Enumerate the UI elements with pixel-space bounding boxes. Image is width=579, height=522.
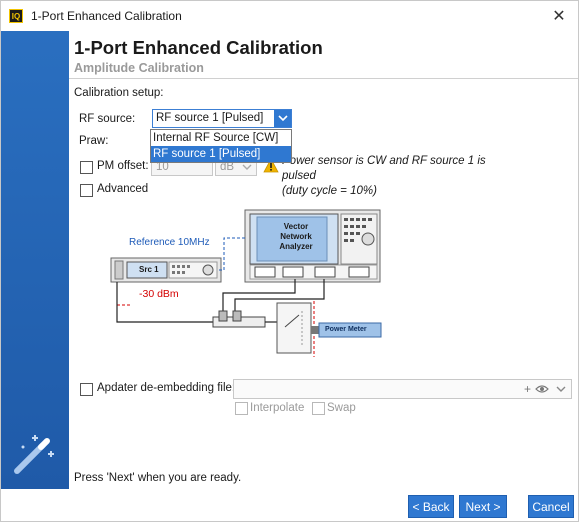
rf-source-select[interactable]: RF source 1 [Pulsed] — [152, 109, 292, 128]
magic-wand-icon — [14, 435, 54, 474]
praw-label: Praw: — [79, 135, 109, 147]
apdater-checkbox[interactable] — [80, 383, 93, 396]
cancel-button[interactable]: Cancel — [528, 495, 574, 518]
vna-label-line2: Network — [280, 232, 312, 241]
wizard-sidebar — [1, 31, 69, 489]
header-divider — [69, 78, 578, 79]
reference-label: Reference 10MHz — [129, 237, 210, 248]
chevron-down-icon[interactable] — [274, 110, 291, 127]
back-button[interactable]: < Back — [408, 495, 454, 518]
chevron-down-icon — [242, 164, 252, 170]
calibration-setup-label: Calibration setup: — [74, 87, 164, 99]
power-meter-label: Power Meter — [325, 326, 367, 333]
status-text: Press 'Next' when you are ready. — [74, 472, 242, 484]
wizard-content: 1-Port Enhanced Calibration Amplitude Ca… — [69, 31, 578, 489]
pulse-warning-note: Power sensor is CW and RF source 1 is pu… — [282, 154, 522, 199]
page-title: 1-Port Enhanced Calibration — [74, 37, 323, 58]
app-icon: IQ — [9, 9, 23, 23]
interpolate-label: Interpolate — [250, 402, 305, 414]
rf-source-option-internal[interactable]: Internal RF Source [CW] — [151, 130, 291, 146]
advanced-checkbox[interactable] — [80, 184, 93, 197]
rf-source-dropdown: Internal RF Source [CW] RF source 1 [Pul… — [150, 129, 292, 163]
vna-label-line3: Analyzer — [279, 242, 313, 251]
close-button[interactable]: ✕ — [550, 7, 568, 25]
pulse-warning-line1: Power sensor is CW and RF source 1 is pu… — [282, 155, 486, 182]
calibration-dialog: IQ 1-Port Enhanced Calibration ✕ 1-Port … — [0, 0, 579, 522]
interpolate-checkbox[interactable] — [235, 402, 248, 415]
calibration-setup-diagram — [110, 209, 382, 357]
advanced-label: Advanced — [97, 183, 149, 195]
pm-offset-checkbox[interactable] — [80, 161, 93, 174]
vna-label: Vector Network Analyzer — [277, 222, 315, 252]
pulse-warning-line2: (duty cycle = 10%) — [282, 185, 377, 197]
rf-source-option-source1[interactable]: RF source 1 [Pulsed] — [151, 146, 291, 162]
title-bar: IQ 1-Port Enhanced Calibration ✕ — [1, 1, 578, 31]
button-bar: < Back Next > Cancel — [1, 489, 578, 521]
apdater-label: Apdater de-embedding file: — [97, 382, 236, 394]
swap-label: Swap — [327, 402, 356, 414]
power-level-label: -30 dBm — [139, 288, 179, 300]
eye-icon[interactable] — [535, 384, 549, 394]
pm-offset-label: PM offset: — [97, 160, 149, 172]
next-button[interactable]: Next > — [459, 495, 507, 518]
vna-label-line1: Vector — [283, 222, 309, 231]
chevron-down-icon[interactable] — [556, 386, 566, 393]
swap-checkbox[interactable] — [312, 402, 325, 415]
plus-icon[interactable]: + — [524, 382, 531, 396]
source-label: Src 1 — [139, 265, 159, 274]
close-icon: ✕ — [552, 8, 566, 25]
window-title: 1-Port Enhanced Calibration — [31, 9, 182, 23]
rf-source-label: RF source: — [79, 113, 136, 125]
apdater-file-input[interactable]: + — [233, 379, 572, 399]
page-subtitle: Amplitude Calibration — [74, 61, 204, 75]
rf-source-value: RF source 1 [Pulsed] — [156, 112, 264, 124]
